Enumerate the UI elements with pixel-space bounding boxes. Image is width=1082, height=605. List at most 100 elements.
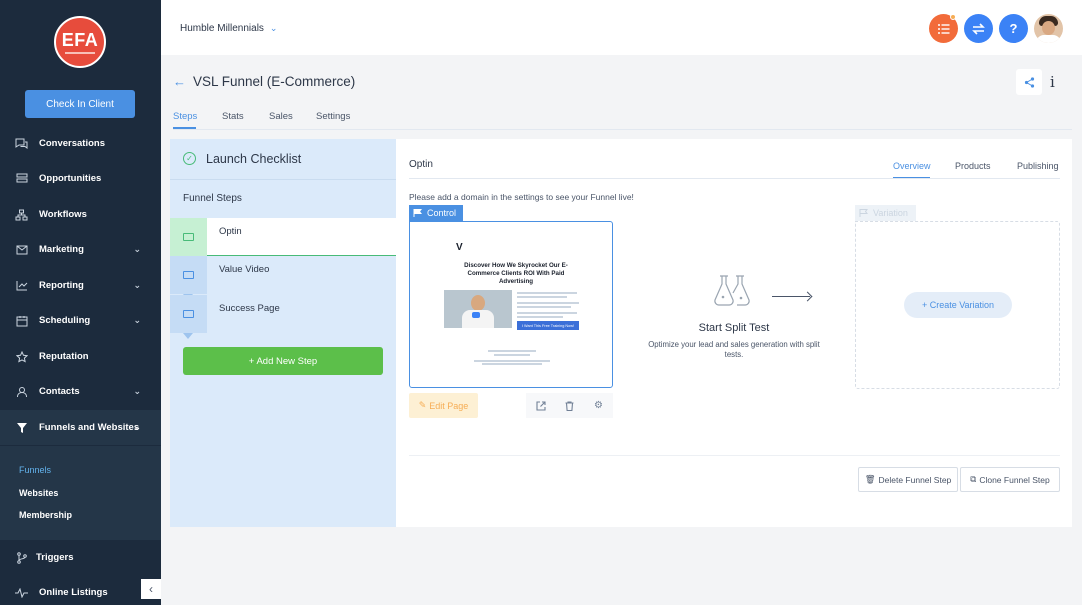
sidebar-item-online-listings[interactable]: Online Listings [0,575,161,605]
check-circle-icon: ✓ [183,152,196,165]
envelope-icon [183,271,194,279]
chevron-down-icon: ⌄ [133,315,141,325]
trash-icon: 🗑 [864,474,876,484]
switch-account-button[interactable] [964,14,993,43]
sidebar-item-conversations[interactable]: Conversations [0,126,161,161]
clone-funnel-step-button[interactable]: ⧉ Clone Funnel Step [960,467,1060,492]
funnel-step-success-page[interactable]: Success Page [170,295,396,339]
envelope-icon [183,233,194,241]
tab-products[interactable]: Products [955,161,991,171]
workflow-icon [15,208,28,221]
back-arrow-icon[interactable]: ← [173,74,186,89]
edit-page-button[interactable]: ✎ Edit Page [409,393,478,418]
branch-icon [15,551,28,564]
chart-icon [15,279,28,292]
step-title: Optin [409,159,433,170]
gear-icon: ⚙ [594,400,603,411]
tab-sales[interactable]: Sales [269,111,293,122]
edit-icon: ✎ [418,400,427,410]
account-name: Humble Millennials [180,23,264,34]
arrow-right-icon [772,296,810,297]
top-bar: Humble Millennials ⌄ ? [161,0,1082,55]
funnel-steps-panel: ✓ Launch Checklist Funnel Steps Optin Va… [170,139,396,527]
layers-icon [15,172,28,185]
sidebar-item-workflows[interactable]: Workflows [0,197,161,232]
chevron-down-icon: ⌄ [269,23,278,33]
help-icon: ? [1009,21,1018,36]
preview-cta-button: I Want This Free Training Now! [517,321,579,330]
copy-icon: ⧉ [970,474,977,484]
add-new-step-button[interactable]: + Add New Step [183,347,383,375]
divider [173,129,1072,130]
sidebar-item-opportunities[interactable]: Opportunities [0,161,161,196]
open-page-button[interactable] [526,393,555,418]
page-title: VSL Funnel (E-Commerce) [193,74,356,89]
divider [409,455,1060,456]
sidebar-item-reputation[interactable]: Reputation [0,339,161,374]
trash-icon [565,400,574,411]
sidebar-item-funnels-and-websites[interactable]: Funnels and Websites ⌄ [0,410,161,445]
funnels-subnav: Funnels Websites Membership [0,446,161,540]
chevron-down-icon: ⌄ [133,280,141,290]
subnav-item-funnels[interactable]: Funnels [19,465,51,475]
split-test-description: Optimize your lead and sales generation … [648,340,820,359]
create-variation-button[interactable]: + Create Variation [904,292,1012,318]
chevron-down-icon: ⌄ [133,422,141,432]
preview-image [444,290,512,328]
launch-checklist-title: Launch Checklist [206,152,302,166]
domain-warning: Please add a domain in the settings to s… [409,192,634,202]
star-icon [15,350,28,363]
collapse-sidebar-button[interactable]: ‹ [141,579,161,599]
list-icon [938,23,950,34]
split-test-title: Start Split Test [698,322,770,334]
preview-logo: V [456,242,463,253]
launch-checklist[interactable]: ✓ Launch Checklist [170,139,396,180]
step-content-panel: Optin Overview Products Publishing Pleas… [396,139,1072,527]
notification-dot [950,14,956,20]
user-avatar[interactable] [1034,14,1063,43]
delete-page-button[interactable] [555,393,584,418]
tab-settings[interactable]: Settings [316,111,350,122]
funnel-steps-title: Funnel Steps [183,193,242,204]
help-button[interactable]: ? [999,14,1028,43]
funnel-step-value-video[interactable]: Value Video [170,256,396,300]
user-icon [15,385,28,398]
sidebar: EFA Check In Client Conversations Opport… [0,0,161,605]
variation-tag: Variation [855,205,916,221]
funnel-step-optin[interactable]: Optin [170,218,396,262]
preview-headline: Discover How We Skyrocket Our E-Commerce… [464,262,568,285]
filter-icon [15,421,28,434]
swap-icon [972,22,985,35]
external-link-icon [535,400,546,411]
subnav-item-websites[interactable]: Websites [19,488,58,498]
envelope-icon [183,310,194,318]
sidebar-item-reporting[interactable]: Reporting ⌄ [0,268,161,303]
chevron-down-icon: ⌄ [133,244,141,254]
tab-steps[interactable]: Steps [173,111,197,122]
control-page-preview[interactable]: V Discover How We Skyrocket Our E-Commer… [409,221,613,388]
pulse-icon [15,586,28,599]
variation-placeholder: + Create Variation [855,221,1060,389]
account-switcher[interactable]: Humble Millennials ⌄ [180,23,277,34]
mail-icon [15,243,28,256]
info-icon[interactable]: i [1050,73,1055,91]
subnav-item-membership[interactable]: Membership [19,510,72,520]
tab-stats[interactable]: Stats [222,111,244,122]
tab-publishing[interactable]: Publishing [1017,161,1059,171]
sidebar-item-contacts[interactable]: Contacts ⌄ [0,374,161,409]
check-in-client-button[interactable]: Check In Client [25,90,135,118]
divider [409,178,1060,179]
page-settings-button[interactable]: ⚙ [584,393,613,418]
flask-icon [714,275,750,306]
flag-icon [413,209,422,217]
share-button[interactable] [1016,69,1042,95]
calendar-icon [15,314,28,327]
company-logo[interactable]: EFA [54,16,106,68]
sidebar-item-marketing[interactable]: Marketing ⌄ [0,232,161,267]
sidebar-item-triggers[interactable]: Triggers [0,540,161,575]
chat-icon [15,137,28,150]
delete-funnel-step-button[interactable]: 🗑 Delete Funnel Step [858,467,958,492]
sidebar-item-scheduling[interactable]: Scheduling ⌄ [0,303,161,338]
logo-text: EFA [61,29,99,50]
tab-overview[interactable]: Overview [893,161,931,171]
